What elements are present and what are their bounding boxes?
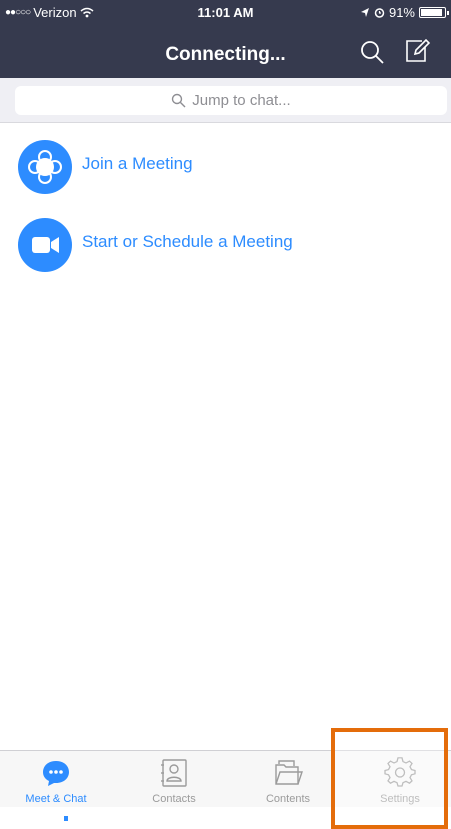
folder-icon	[275, 760, 303, 785]
status-indicators: 91%	[360, 5, 449, 20]
chat-bubble-icon	[43, 761, 69, 786]
start-meeting-item[interactable]: Start or Schedule a Meeting	[0, 210, 451, 272]
tab-contacts[interactable]: Contacts	[118, 751, 230, 807]
battery-tip	[447, 11, 449, 15]
join-meeting-item[interactable]: Join a Meeting	[0, 132, 451, 194]
compose-icon[interactable]	[403, 37, 431, 65]
battery-percent: 91%	[388, 5, 415, 20]
tab-label: Contents	[265, 793, 311, 805]
tab-label: Contacts	[152, 793, 196, 805]
location-arrow-icon	[360, 8, 369, 17]
search-input[interactable]: Jump to chat...	[15, 86, 447, 115]
tab-contents[interactable]: Contents	[232, 751, 344, 807]
join-meeting-icon	[18, 140, 72, 194]
blue-mark	[64, 816, 68, 821]
app-screen: ●●○○○ Verizon 11:01 AM 91% Connecting...…	[0, 0, 451, 829]
search-placeholder: Jump to chat...	[192, 92, 291, 109]
contacts-icon	[161, 759, 187, 787]
start-meeting-label: Start or Schedule a Meeting	[82, 232, 293, 251]
search-small-icon	[172, 93, 186, 108]
search-area: Jump to chat...	[0, 78, 451, 123]
tab-label: Meet & Chat	[25, 793, 87, 805]
header: ●●○○○ Verizon 11:01 AM 91% Connecting...	[0, 0, 451, 78]
battery-level-fill	[421, 9, 442, 16]
settings-highlight-box	[331, 728, 448, 829]
battery-icon	[419, 7, 449, 18]
tab-meet-chat[interactable]: Meet & Chat	[0, 751, 112, 807]
video-camera-icon	[18, 218, 72, 272]
search-icon[interactable]	[358, 38, 386, 66]
alarm-icon	[374, 8, 385, 18]
status-bar: ●●○○○ Verizon 11:01 AM 91%	[0, 0, 451, 24]
join-meeting-label: Join a Meeting	[82, 154, 193, 173]
